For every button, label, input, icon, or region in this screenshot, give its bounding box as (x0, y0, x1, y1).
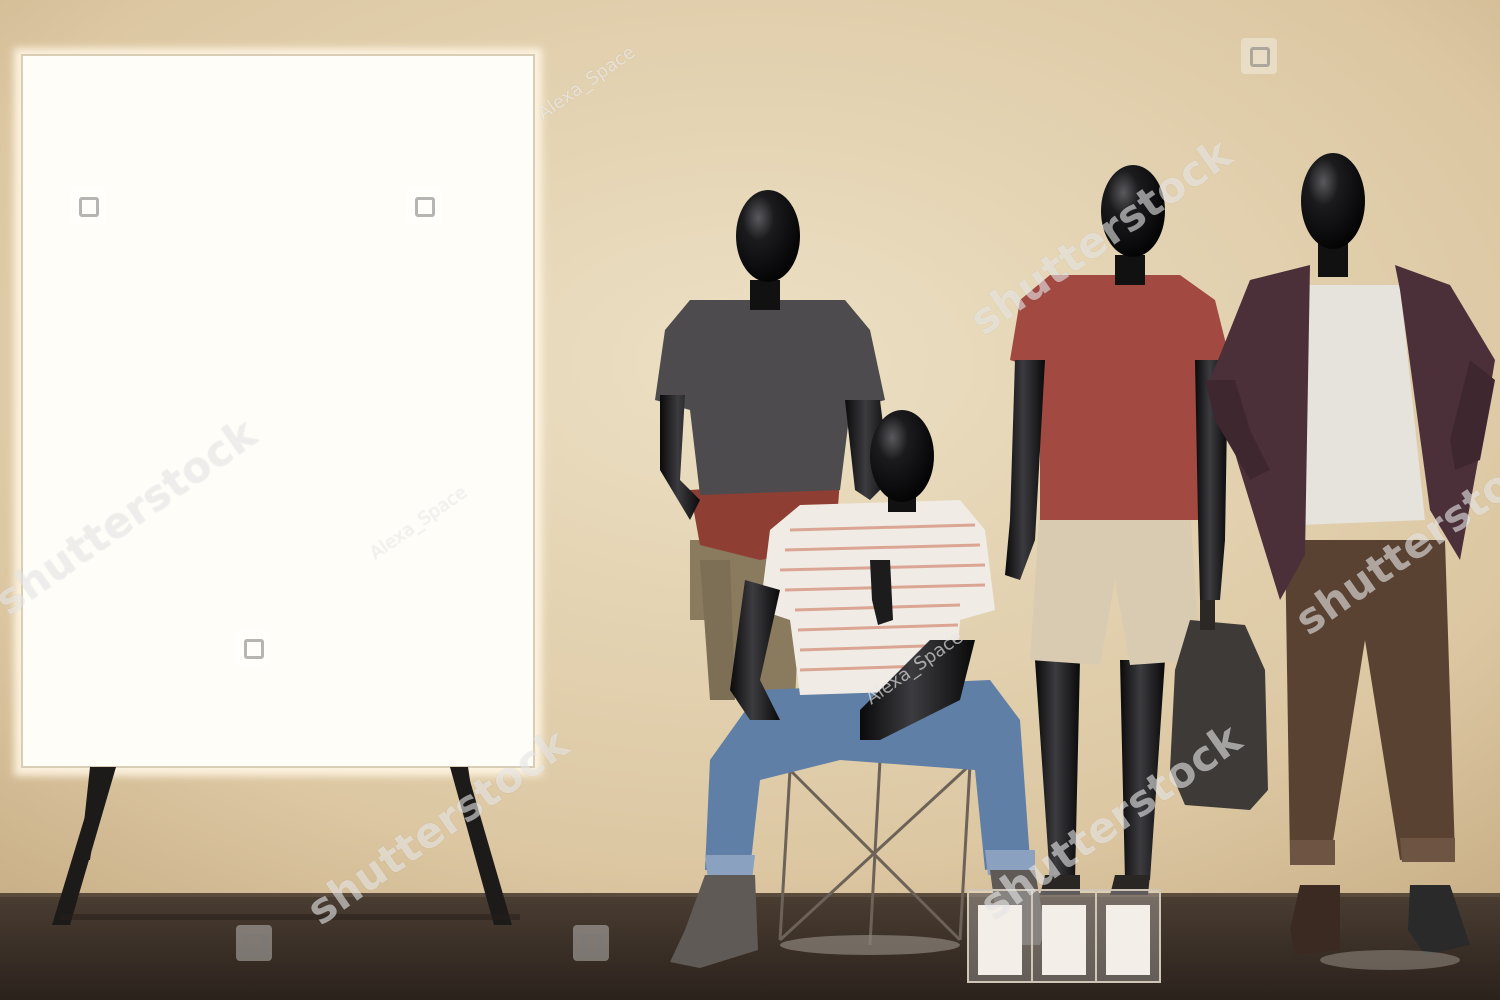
blank-lightbox-sign (21, 54, 535, 768)
price-tag-holders (967, 889, 1161, 983)
shop-window-photo (0, 0, 1500, 1000)
backpack (1170, 620, 1268, 810)
